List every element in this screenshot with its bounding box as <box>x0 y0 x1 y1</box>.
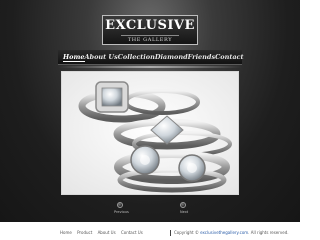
footer-link-about-us[interactable]: About Us <box>98 230 116 235</box>
copyright-link[interactable]: exclusivethegallery.com <box>200 230 248 235</box>
nav-friends[interactable]: Friends <box>188 53 215 61</box>
footer-link-home[interactable]: Home <box>60 230 72 235</box>
main-nav: Home About Us Collection Diamond Friends… <box>58 50 244 65</box>
footer-link-contact-us[interactable]: Contact Us <box>121 230 143 235</box>
logo-title: EXCLUSIVE <box>105 18 195 33</box>
copyright-text: Copyright © exclusivethegallery.com. All… <box>174 226 289 240</box>
nav-underline-glow <box>58 66 242 68</box>
next-slide-button[interactable] <box>180 202 186 208</box>
footer-links: Home Product About Us Contact Us <box>60 226 147 240</box>
footer-link-product[interactable]: Product <box>77 230 92 235</box>
slideshow-controls: Previous Next <box>0 200 300 220</box>
footer-divider <box>170 230 171 236</box>
logo-subtitle: THE GALLERY <box>121 35 179 43</box>
nav-about-us[interactable]: About Us <box>85 53 118 61</box>
footer: Home Product About Us Contact Us Copyrig… <box>0 226 300 240</box>
copyright-prefix: Copyright © <box>174 230 199 235</box>
nav-diamond[interactable]: Diamond <box>155 53 188 61</box>
copyright-suffix: . All rights reserved. <box>248 230 289 235</box>
site-logo[interactable]: EXCLUSIVE THE GALLERY <box>102 15 198 45</box>
site-frame: EXCLUSIVE THE GALLERY Home About Us Coll… <box>0 0 300 222</box>
previous-slide-button[interactable] <box>117 202 123 208</box>
diamond-rings-photo <box>62 72 238 194</box>
nav-collection[interactable]: Collection <box>118 53 155 61</box>
previous-label: Previous <box>114 210 129 214</box>
nav-home[interactable]: Home <box>63 53 85 62</box>
nav-contact[interactable]: Contact <box>215 53 243 61</box>
next-label: Next <box>180 210 189 214</box>
slideshow-image <box>61 71 239 195</box>
